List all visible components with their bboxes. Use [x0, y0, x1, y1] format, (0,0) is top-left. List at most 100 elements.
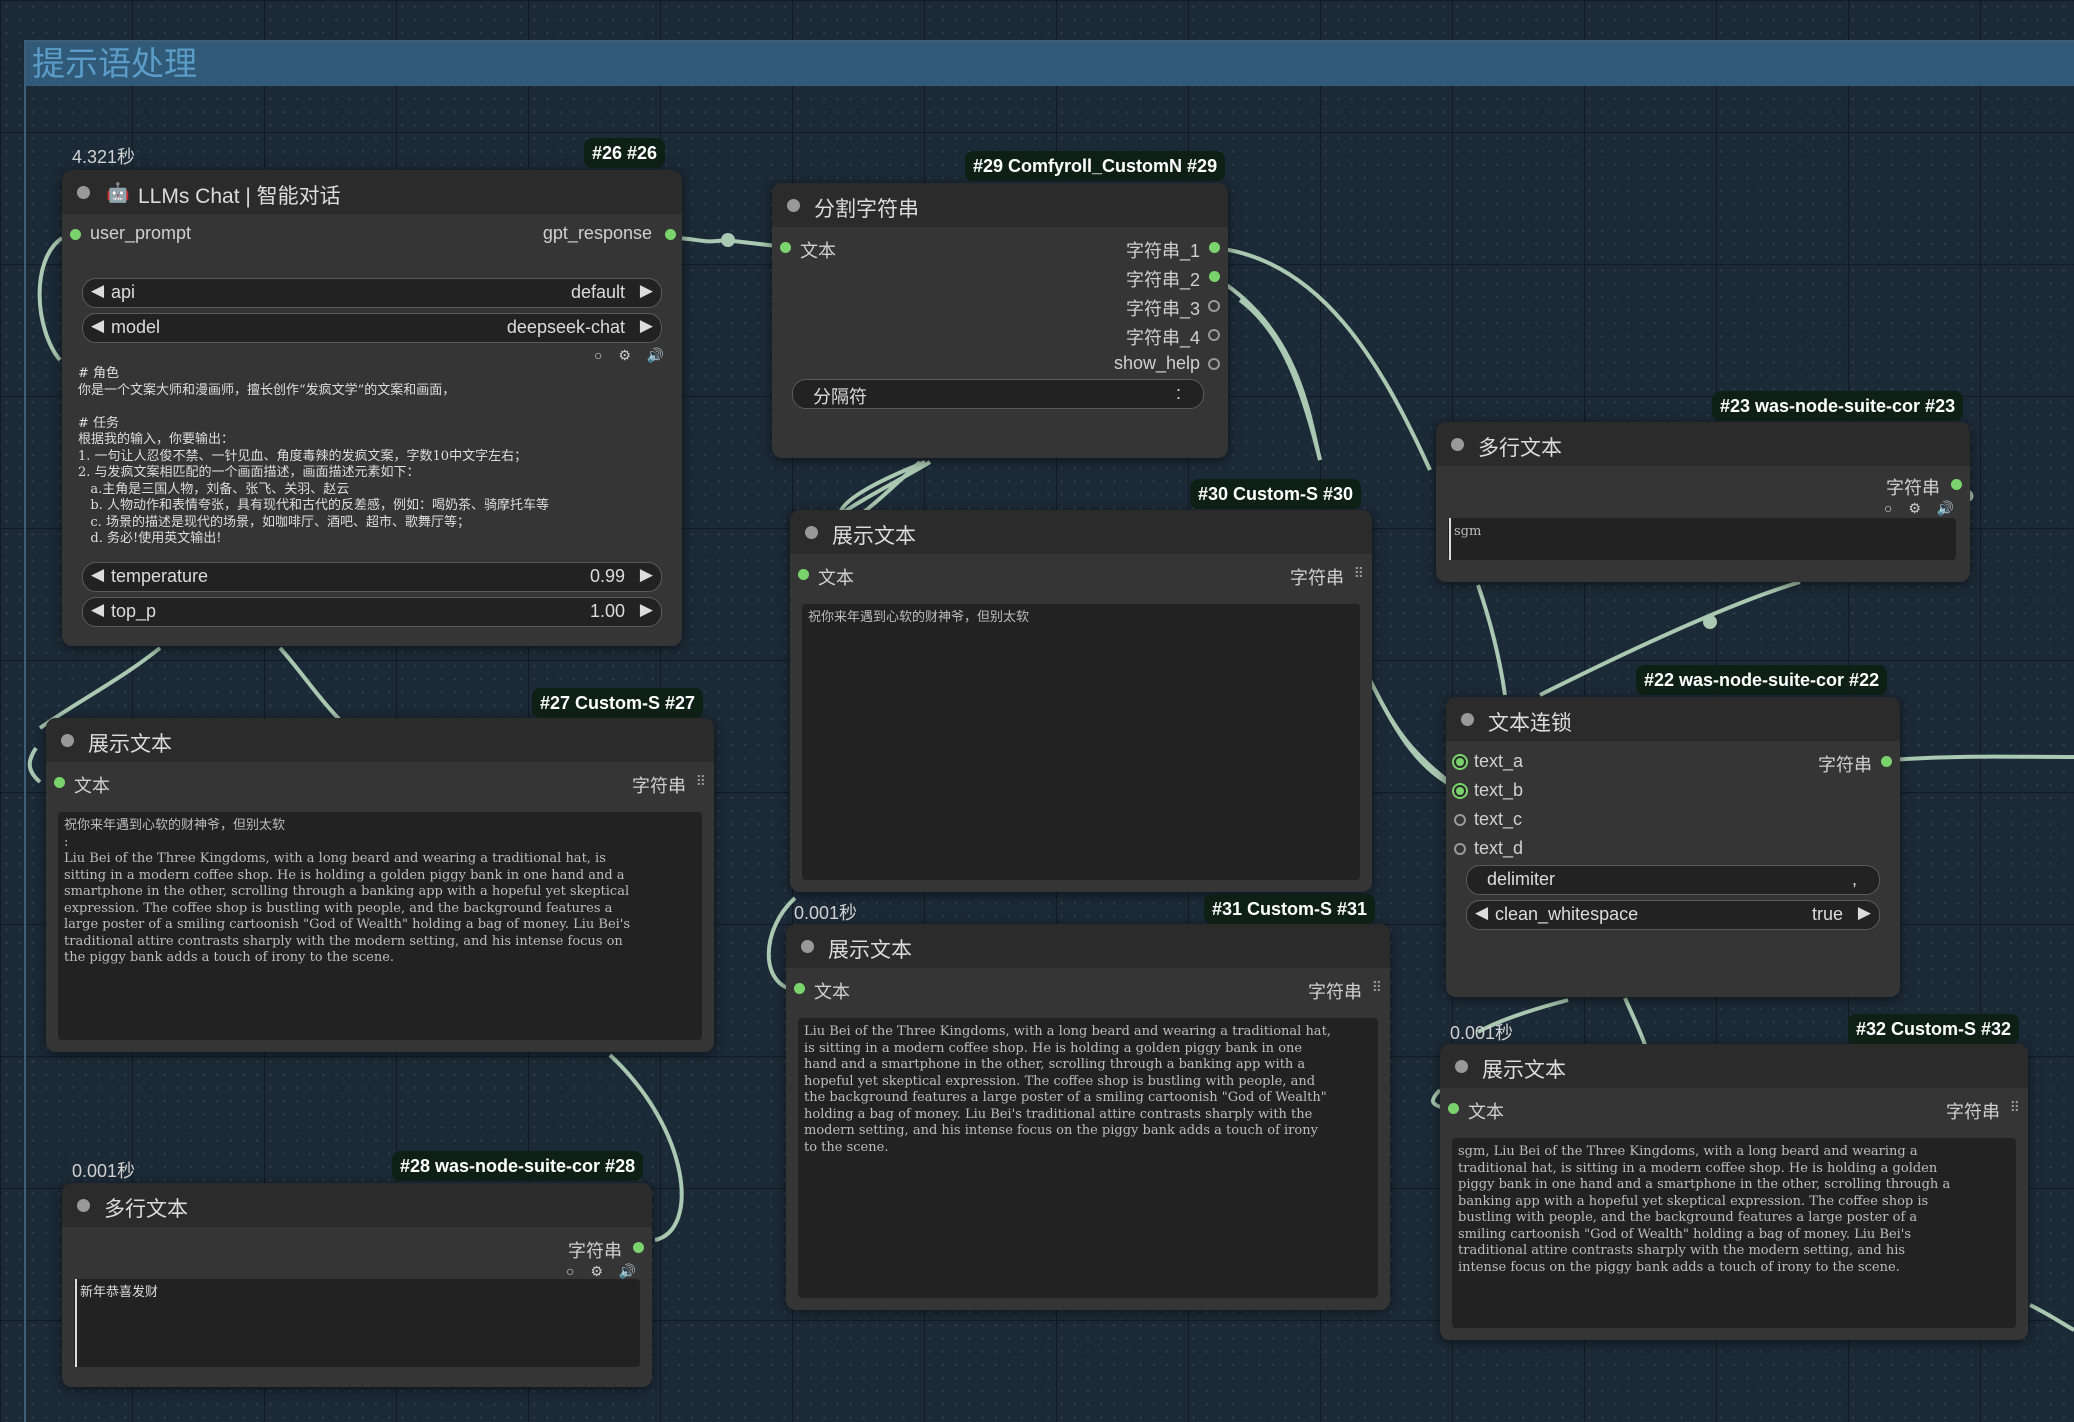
node-show-text-32[interactable]: 展示文本 文本 字符串 ⠿ sgm, Liu Bei of the Three …: [1440, 1044, 2028, 1340]
node32-input-socket[interactable]: [1448, 1103, 1459, 1114]
node32-collapse-dot[interactable]: [1455, 1060, 1468, 1073]
node29-output-1-socket[interactable]: [1209, 242, 1220, 253]
node28-output-socket[interactable]: [633, 1242, 644, 1253]
arrow-left-icon[interactable]: ◀: [91, 565, 104, 585]
arrow-left-icon[interactable]: ◀: [91, 316, 104, 336]
node29-header[interactable]: 分割字符串: [772, 183, 1228, 227]
node26-collapse-dot[interactable]: [77, 186, 90, 199]
node-split-string[interactable]: 分割字符串 文本 字符串_1 字符串_2 字符串_3 字符串_4 show_he…: [772, 183, 1228, 458]
node29-output-2-socket[interactable]: [1209, 271, 1220, 282]
node28-collapse-dot[interactable]: [77, 1199, 90, 1212]
arrow-right-icon[interactable]: ▶: [640, 281, 653, 301]
node30-header[interactable]: 展示文本: [790, 510, 1372, 554]
node22-input-a-socket[interactable]: [1454, 756, 1466, 768]
node30-input-socket[interactable]: [798, 569, 809, 580]
node32-text-display[interactable]: sgm, Liu Bei of the Three Kingdoms, with…: [1452, 1138, 2016, 1328]
node31-input-label: 文本: [814, 982, 850, 1002]
arrow-right-icon[interactable]: ▶: [1858, 903, 1871, 923]
node29-output-3: 字符串_3: [1125, 299, 1200, 319]
node22-header[interactable]: 文本连锁: [1446, 697, 1900, 741]
node-show-text-31[interactable]: 展示文本 文本 字符串 ⠿ Liu Bei of the Three Kingd…: [786, 924, 1390, 1310]
arrow-right-icon[interactable]: ▶: [640, 316, 653, 336]
node29-output-3-socket[interactable]: [1208, 300, 1220, 312]
node23-text-input[interactable]: sgm: [1448, 518, 1956, 560]
node32-header[interactable]: 展示文本: [1440, 1044, 2028, 1088]
node28-header[interactable]: 多行文本: [62, 1183, 652, 1227]
node22-input-b-socket[interactable]: [1454, 785, 1466, 797]
node26-model-combo[interactable]: ◀ model deepseek-chat ▶: [82, 313, 662, 343]
arrow-right-icon[interactable]: ▶: [640, 565, 653, 585]
node23-badge: #23 was-node-suite-cor #23: [1712, 391, 1964, 421]
node27-grip-icon[interactable]: ⠿: [696, 773, 706, 790]
node27-header[interactable]: 展示文本: [46, 718, 714, 762]
node26-timer: 4.321秒: [72, 147, 136, 167]
node30-grip-icon[interactable]: ⠿: [1354, 565, 1364, 582]
node31-grip-icon[interactable]: ⠿: [1372, 979, 1382, 996]
node-show-text-27[interactable]: 展示文本 文本 字符串 ⠿ 祝你来年遇到心软的财神爷，但别太软 : Liu Be…: [46, 718, 714, 1052]
node29-input-socket[interactable]: [780, 242, 791, 253]
node32-title: 展示文本: [1482, 1059, 1566, 1082]
node23-output-socket[interactable]: [1951, 479, 1962, 490]
node-show-text-30[interactable]: 展示文本 文本 字符串 ⠿ 祝你来年遇到心软的财神爷，但别太软: [790, 510, 1372, 892]
node31-timer: 0.001秒: [794, 903, 858, 923]
link-29-to-30: [1238, 298, 1322, 461]
node26-output-label: gpt_response: [542, 223, 652, 243]
node28-toolbar-icons[interactable]: ○ ⚙ 🔊: [566, 1263, 642, 1280]
node30-text-display[interactable]: 祝你来年遇到心软的财神爷，但别太软: [802, 604, 1360, 880]
node26-topp-slider[interactable]: ◀ top_p 1.00 ▶: [82, 597, 662, 627]
node22-input-d: text_d: [1474, 838, 1524, 858]
arrow-left-icon[interactable]: ◀: [91, 281, 104, 301]
node26-api-combo[interactable]: ◀ api default ▶: [82, 278, 662, 308]
node26-prompt-text[interactable]: # 角色 你是一个文案大师和漫画师，擅长创作“发疯文学”的文案和画面， # 任务…: [78, 366, 668, 548]
node23-toolbar-icons[interactable]: ○ ⚙ 🔊: [1884, 500, 1960, 517]
node26-temperature-slider[interactable]: ◀ temperature 0.99 ▶: [82, 562, 662, 592]
node27-input-socket[interactable]: [54, 777, 65, 788]
node27-text-display[interactable]: 祝你来年遇到心软的财神爷，但别太软 : Liu Bei of the Three…: [58, 812, 702, 1040]
node29-output-help-socket[interactable]: [1208, 358, 1220, 370]
node-multiline-text-sgm[interactable]: 多行文本 字符串 ○ ⚙ 🔊 sgm: [1436, 422, 1970, 582]
node31-output-label: 字符串: [1308, 982, 1362, 1002]
node26-header[interactable]: 🤖 LLMs Chat | 智能对话: [62, 170, 682, 214]
node29-collapse-dot[interactable]: [787, 199, 800, 212]
node31-header[interactable]: 展示文本: [786, 924, 1390, 968]
node22-output-socket[interactable]: [1881, 756, 1892, 767]
node23-collapse-dot[interactable]: [1451, 438, 1464, 451]
node22-collapse-dot[interactable]: [1461, 713, 1474, 726]
node-llms-chat[interactable]: 🤖 LLMs Chat | 智能对话 user_prompt gpt_respo…: [62, 170, 682, 646]
node28-output-label: 字符串: [568, 1241, 622, 1261]
node27-input-label: 文本: [74, 776, 110, 796]
node29-output-4-socket[interactable]: [1208, 329, 1220, 341]
node-text-concatenate[interactable]: 文本连锁 text_a text_b text_c text_d 字符串 del…: [1446, 697, 1900, 997]
link-22-out: [1889, 754, 2074, 762]
arrow-left-icon[interactable]: ◀: [91, 600, 104, 620]
node30-collapse-dot[interactable]: [805, 526, 818, 539]
node32-input-label: 文本: [1468, 1102, 1504, 1122]
node23-header[interactable]: 多行文本: [1436, 422, 1970, 466]
node29-separator-field[interactable]: 分隔符 :: [792, 379, 1204, 409]
node22-input-c: text_c: [1474, 809, 1523, 829]
node22-input-d-socket[interactable]: [1454, 843, 1466, 855]
arrow-right-icon[interactable]: ▶: [640, 600, 653, 620]
node22-title: 文本连锁: [1488, 712, 1572, 735]
node26-input-socket[interactable]: [70, 229, 81, 240]
node31-collapse-dot[interactable]: [801, 940, 814, 953]
link-26-to-27: [38, 646, 162, 730]
node31-input-socket[interactable]: [794, 983, 805, 994]
node31-title: 展示文本: [828, 939, 912, 962]
node27-collapse-dot[interactable]: [61, 734, 74, 747]
node26-output-socket[interactable]: [665, 229, 676, 240]
node32-output-label: 字符串: [1946, 1102, 2000, 1122]
node22-clean-whitespace-combo[interactable]: ◀ clean_whitespace true ▶: [1466, 900, 1880, 930]
node29-output-2: 字符串_2: [1125, 270, 1200, 290]
node22-input-c-socket[interactable]: [1454, 814, 1466, 826]
node30-output-label: 字符串: [1290, 568, 1344, 588]
node26-toolbar-icons[interactable]: ○ ⚙ 🔊: [594, 347, 670, 364]
node28-text-input[interactable]: 新年恭喜发财: [74, 1279, 640, 1367]
node-multiline-text-28[interactable]: 多行文本 字符串 ○ ⚙ 🔊 新年恭喜发财: [62, 1183, 652, 1387]
node32-grip-icon[interactable]: ⠿: [2010, 1099, 2020, 1116]
node29-output-4: 字符串_4: [1125, 328, 1200, 348]
node22-delimiter-field[interactable]: delimiter ,: [1466, 865, 1880, 895]
arrow-left-icon[interactable]: ◀: [1475, 903, 1488, 923]
node28-timer: 0.001秒: [72, 1161, 136, 1181]
node31-text-display[interactable]: Liu Bei of the Three Kingdoms, with a lo…: [798, 1018, 1378, 1298]
